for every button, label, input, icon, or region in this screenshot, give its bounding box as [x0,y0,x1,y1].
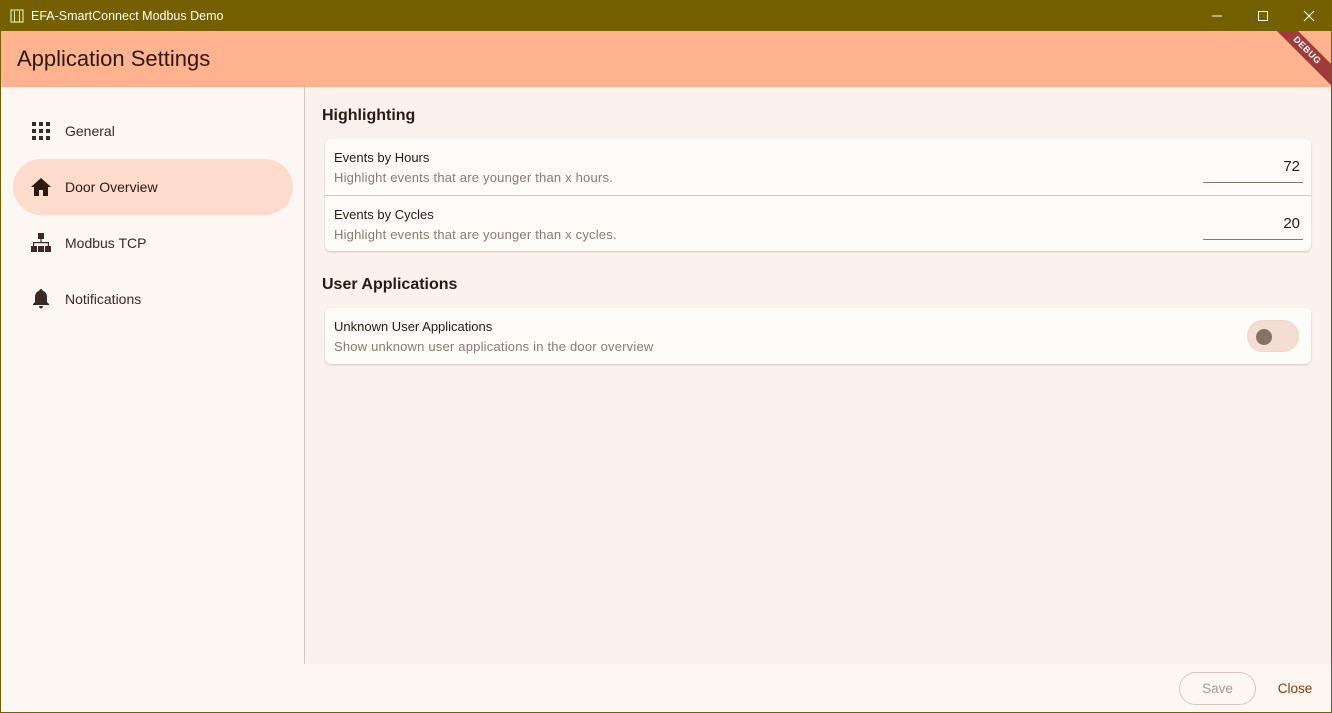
section-title-highlighting: Highlighting [322,107,416,124]
unknown-user-applications-toggle[interactable] [1247,320,1299,352]
close-icon [1303,10,1315,21]
setting-subtitle: Show unknown user applications in the do… [334,339,654,354]
minimize-button[interactable] [1194,0,1240,31]
window-controls [1194,0,1332,31]
home-icon [29,175,53,199]
section-title-user-applications: User Applications [322,276,458,293]
setting-title: Events by Hours [334,150,430,165]
debug-banner: DEBUG [1266,31,1331,87]
setting-row-unknown-user-applications: Unknown User Applications Show unknown u… [325,308,1311,364]
bell-icon [29,287,53,311]
setting-title: Events by Cycles [334,207,434,222]
network-icon [29,231,53,255]
events-by-cycles-input[interactable] [1203,208,1303,240]
sidebar-item-notifications[interactable]: Notifications [13,271,293,327]
maximize-button[interactable] [1240,0,1286,31]
settings-content: Highlighting Events by Hours Highlight e… [306,87,1331,664]
window-title: EFA-SmartConnect Modbus Demo [31,8,224,23]
sidebar-item-label: General [65,123,115,139]
sidebar-item-label: Modbus TCP [65,235,147,251]
sidebar-item-door-overview[interactable]: Door Overview [13,159,293,215]
highlighting-card: Events by Hours Highlight events that ar… [325,139,1311,251]
grid-icon [29,119,53,143]
events-by-hours-input[interactable] [1203,151,1303,183]
maximize-icon [1258,10,1268,21]
save-button[interactable]: Save [1179,672,1256,705]
toggle-knob [1256,329,1272,345]
settings-sidebar: General Door Overview Modbus TCP Notific… [1,87,305,664]
setting-title: Unknown User Applications [334,319,493,334]
setting-row-events-by-hours: Events by Hours Highlight events that ar… [325,139,1311,195]
setting-subtitle: Highlight events that are younger than x… [334,170,613,185]
dialog-footer: Save Close [1,664,1331,712]
close-button[interactable]: Close [1269,672,1321,705]
user-applications-card: Unknown User Applications Show unknown u… [325,308,1311,364]
sidebar-item-label: Notifications [65,291,142,307]
window-titlebar: EFA-SmartConnect Modbus Demo [0,0,1332,31]
app-bar: Application Settings DEBUG [1,31,1331,87]
door-app-icon [10,8,24,23]
sidebar-item-label: Door Overview [65,179,158,195]
setting-row-events-by-cycles: Events by Cycles Highlight events that a… [325,195,1311,251]
sidebar-item-modbus-tcp[interactable]: Modbus TCP [13,215,293,271]
sidebar-item-general[interactable]: General [13,103,293,159]
setting-subtitle: Highlight events that are younger than x… [334,227,617,242]
minimize-icon [1212,15,1222,16]
close-window-button[interactable] [1286,0,1332,31]
page-title: Application Settings [17,46,211,71]
